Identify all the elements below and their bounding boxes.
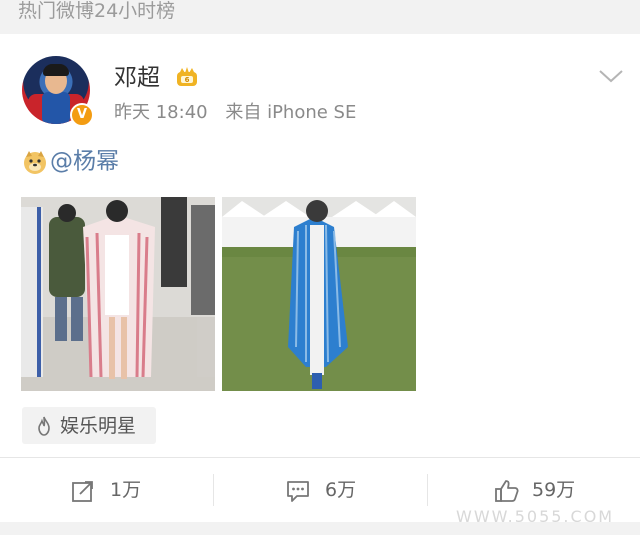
repost-icon — [72, 481, 93, 502]
comment-button[interactable]: 6万 — [214, 458, 427, 522]
street-scene-image — [21, 197, 215, 391]
weibo-post-card: V 邓超 6 昨天 18:40 来自 iPhone SE @杨幂 娱乐明星 1万… — [0, 34, 640, 522]
thumbs-up-icon — [495, 480, 519, 502]
comment-count: 6万 — [325, 479, 357, 501]
chevron-down-icon[interactable] — [598, 68, 624, 84]
topic-tag-label: 娱乐明星 — [60, 415, 137, 437]
hot-list-title: 热门微博24小时榜 — [18, 0, 176, 22]
post-text: @杨幂 — [22, 147, 119, 175]
hot-list-header: 热门微博24小时榜 — [0, 0, 640, 30]
mention-link[interactable]: @杨幂 — [50, 149, 119, 175]
username[interactable]: 邓超 — [114, 64, 160, 92]
post-time: 昨天 18:40 — [114, 102, 208, 123]
topic-tag-button[interactable]: 娱乐明星 — [22, 407, 156, 444]
site-watermark: WWW.5055.COM — [456, 507, 615, 526]
comment-icon — [287, 481, 309, 502]
post-source[interactable]: 来自 iPhone SE — [225, 102, 356, 123]
post-image-1[interactable] — [21, 197, 215, 391]
post-meta: 昨天 18:40 来自 iPhone SE — [114, 101, 368, 125]
repost-button[interactable]: 1万 — [0, 458, 213, 522]
doge-emoji-icon — [24, 150, 46, 174]
repost-count: 1万 — [110, 479, 142, 501]
post-image-2[interactable] — [222, 197, 416, 391]
verified-v-badge-icon: V — [70, 103, 94, 127]
like-count: 59万 — [532, 479, 576, 501]
fire-icon — [38, 416, 50, 436]
lawn-scene-image — [222, 197, 416, 391]
svg-text:6: 6 — [185, 76, 190, 84]
member-crown-icon: 6 — [177, 67, 197, 86]
